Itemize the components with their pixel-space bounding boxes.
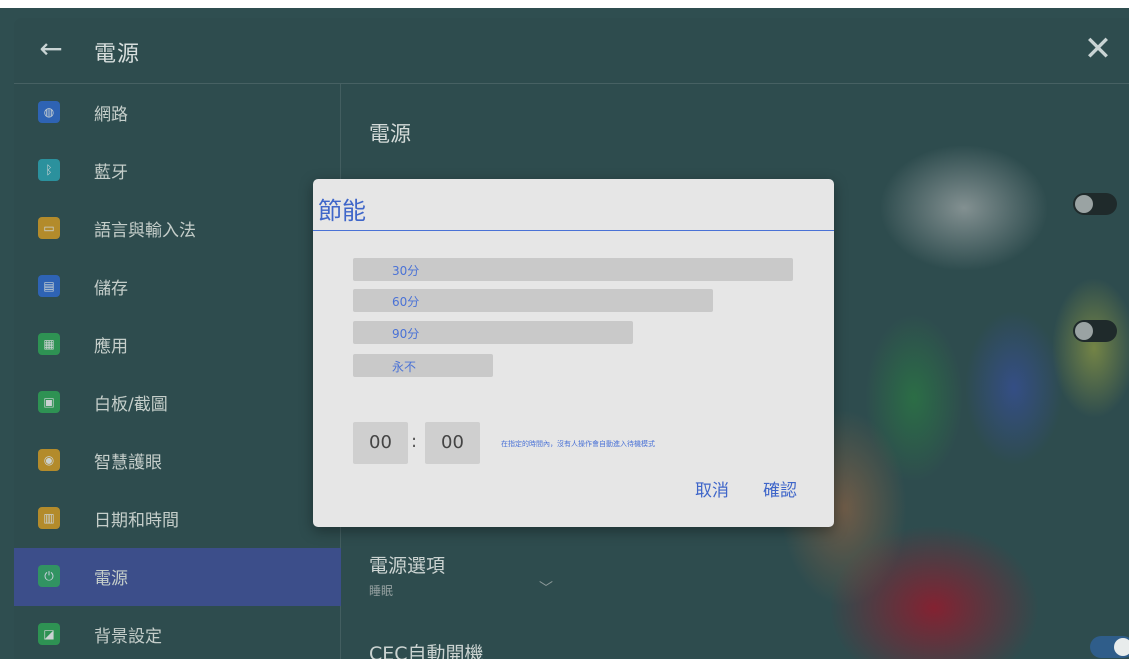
option-60min[interactable]: 60分	[353, 289, 713, 312]
sidebar-item-label: 網路	[94, 105, 128, 125]
calendar-icon: ▥	[38, 507, 60, 529]
cancel-button[interactable]: 取消	[695, 476, 729, 501]
sidebar-item-label: 智慧護眼	[94, 453, 162, 473]
option-label: 90分	[392, 327, 420, 341]
sidebar-item-network[interactable]: ◍ 網路	[14, 84, 341, 142]
minutes-input[interactable]: 00	[425, 422, 480, 464]
bluetooth-icon: ᛒ	[38, 159, 60, 181]
sidebar-item-label: 電源	[94, 569, 128, 589]
page-title: 電源	[369, 122, 411, 146]
setting-toggle[interactable]	[1073, 320, 1117, 342]
keyboard-icon: ▭	[38, 217, 60, 239]
dialog-divider	[313, 230, 834, 231]
toggle-knob	[1075, 322, 1093, 340]
sidebar-item-label: 日期和時間	[94, 511, 179, 531]
sidebar-item-label: 儲存	[94, 279, 128, 299]
sidebar-item-date-time[interactable]: ▥ 日期和時間	[14, 490, 341, 548]
whiteboard-icon: ▣	[38, 391, 60, 413]
storage-icon: ▤	[38, 275, 60, 297]
sidebar-item-label: 應用	[94, 337, 128, 357]
sidebar-item-label: 藍牙	[94, 163, 128, 183]
confirm-button[interactable]: 確認	[763, 476, 797, 501]
globe-icon: ◍	[38, 101, 60, 123]
cec-toggle[interactable]	[1090, 636, 1129, 658]
time-separator: :	[411, 431, 418, 452]
back-arrow-icon[interactable]: ←	[36, 34, 66, 64]
sidebar-item-storage[interactable]: ▤ 儲存	[14, 258, 341, 316]
option-label: 30分	[392, 264, 420, 278]
sidebar-item-power[interactable]: ⏻ 電源	[14, 548, 341, 606]
option-label: 60分	[392, 295, 420, 309]
sidebar-item-background[interactable]: ◪ 背景設定	[14, 606, 341, 659]
dialog-title: 節能	[318, 197, 366, 225]
hours-input[interactable]: 00	[353, 422, 408, 464]
close-icon[interactable]: ✕	[1082, 32, 1114, 66]
title-bar: ← 電源 ✕	[14, 18, 1129, 84]
option-90min[interactable]: 90分	[353, 321, 633, 344]
apps-icon: ▦	[38, 333, 60, 355]
sidebar-item-label: 語言與輸入法	[94, 221, 196, 241]
power-icon: ⏻	[38, 565, 60, 587]
power-options-value[interactable]: 睡眠	[369, 582, 393, 599]
sidebar-item-language[interactable]: ▭ 語言與輸入法	[14, 200, 341, 258]
window-title: 電源	[94, 42, 141, 67]
sidebar-item-eye-care[interactable]: ◉ 智慧護眼	[14, 432, 341, 490]
energy-saving-dialog: 節能 30分 60分 90分 永不 00 : 00 在指定的時間內，沒有人操作會…	[313, 179, 834, 527]
sidebar-item-bluetooth[interactable]: ᛒ 藍牙	[14, 142, 341, 200]
sidebar: ◍ 網路 ᛒ 藍牙 ▭ 語言與輸入法 ▤ 儲存 ▦ 應用 ▣ 白板/截圖 ◉ 智…	[14, 84, 341, 659]
toggle-knob	[1075, 195, 1093, 213]
sidebar-item-whiteboard[interactable]: ▣ 白板/截圖	[14, 374, 341, 432]
option-never[interactable]: 永不	[353, 354, 493, 377]
sidebar-item-apps[interactable]: ▦ 應用	[14, 316, 341, 374]
chevron-down-icon[interactable]: ﹀	[539, 578, 553, 598]
power-options-title: 電源選項	[369, 555, 446, 577]
cec-title: CEC自動開機	[369, 643, 484, 659]
sidebar-item-label: 背景設定	[94, 627, 162, 647]
sidebar-item-label: 白板/截圖	[94, 395, 168, 415]
option-30min[interactable]: 30分	[353, 258, 793, 281]
toggle-knob	[1114, 638, 1129, 656]
option-label: 永不	[392, 360, 417, 374]
image-icon: ◪	[38, 623, 60, 645]
eye-icon: ◉	[38, 449, 60, 471]
hint-text: 在指定的時間內，沒有人操作會自動進入待機模式	[501, 440, 655, 448]
energy-saving-toggle[interactable]	[1073, 193, 1117, 215]
